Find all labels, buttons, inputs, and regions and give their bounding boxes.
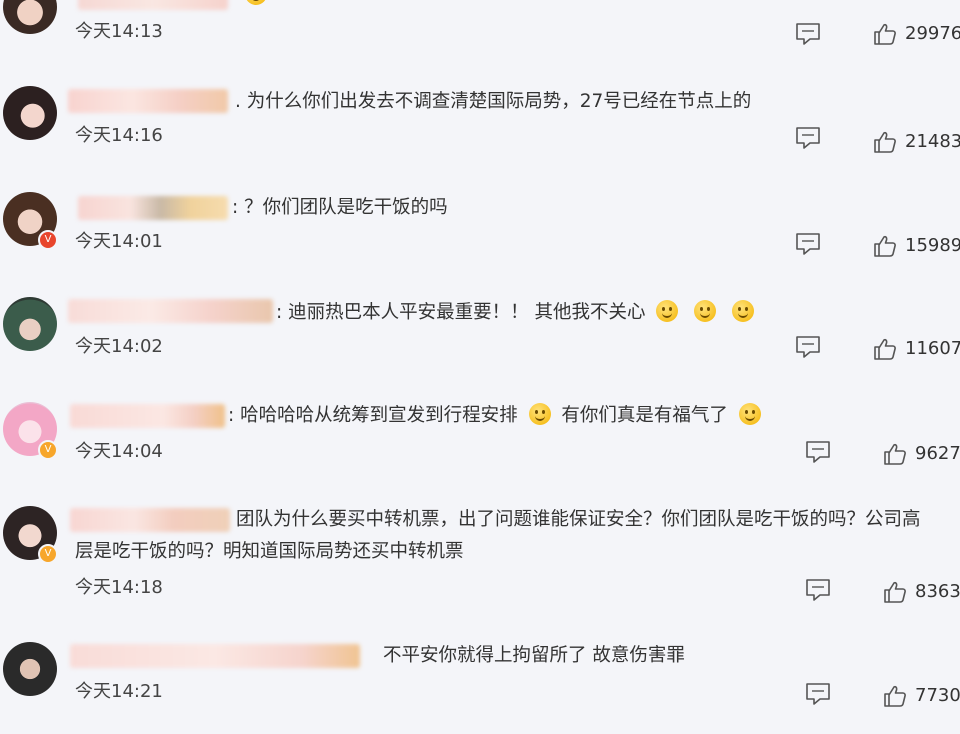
comment-item: 今天14:13 29976 bbox=[0, 0, 960, 66]
comment-time: 今天14:18 bbox=[75, 577, 163, 598]
thumbs-up-icon[interactable] bbox=[873, 234, 897, 258]
avatar[interactable] bbox=[3, 0, 57, 34]
comment-text-part: 层是吃干饭的吗？明知道国际局势还买中转机票 bbox=[75, 541, 464, 562]
thumbs-up-icon[interactable] bbox=[873, 130, 897, 154]
like-count: 15989 bbox=[905, 235, 960, 256]
comment-text-part: 不平安你就得上拘留所了 故意伤害罪 bbox=[383, 645, 685, 666]
comment-time: 今天14:21 bbox=[75, 681, 163, 702]
comment-text: : 迪丽热巴本人平安最重要！！ 其他我不关心 bbox=[276, 295, 759, 331]
comment-text-part: : 哈哈哈哈从统筹到宣发到行程安排 bbox=[228, 405, 518, 426]
comment-icon[interactable] bbox=[795, 22, 821, 46]
verified-badge: V bbox=[38, 544, 58, 564]
comment-time: 今天14:16 bbox=[75, 125, 163, 146]
verified-badge: V bbox=[38, 230, 58, 250]
blurred-username[interactable] bbox=[78, 196, 228, 220]
blurred-username[interactable] bbox=[78, 0, 228, 10]
blurred-username[interactable] bbox=[70, 508, 230, 532]
comment-time: 今天14:02 bbox=[75, 336, 163, 357]
comment-text-part: : 迪丽热巴本人平安最重要！！ 其他我不关心 bbox=[276, 302, 646, 323]
verified-badge: V bbox=[38, 440, 58, 460]
smile-emoji-icon bbox=[738, 403, 761, 425]
blurred-username[interactable] bbox=[70, 404, 225, 428]
comment-text bbox=[240, 0, 272, 14]
comment-text-part: : ？你们团队是吃干饭的吗 bbox=[232, 197, 448, 218]
thumbs-up-icon[interactable] bbox=[883, 442, 907, 466]
like-count: 7730 bbox=[915, 685, 960, 706]
comment-item: V : ？你们团队是吃干饭的吗 今天14:01 15989 bbox=[0, 190, 960, 286]
avatar[interactable] bbox=[3, 86, 57, 140]
comment-text: 层是吃干饭的吗？明知道国际局势还买中转机票 bbox=[75, 534, 464, 570]
thumbs-up-icon[interactable] bbox=[873, 22, 897, 46]
comment-item: 不平安你就得上拘留所了 故意伤害罪 今天14:21 7730 bbox=[0, 638, 960, 734]
comment-icon[interactable] bbox=[795, 335, 821, 359]
comment-item: : 迪丽热巴本人平安最重要！！ 其他我不关心 今天14:02 11607 bbox=[0, 295, 960, 391]
comment-icon[interactable] bbox=[805, 682, 831, 706]
blurred-username[interactable] bbox=[68, 299, 273, 323]
comment-text: : 哈哈哈哈从统筹到宣发到行程安排 有你们真是有福气了 bbox=[228, 398, 766, 434]
avatar[interactable] bbox=[3, 297, 57, 351]
like-count: 8363 bbox=[915, 581, 960, 602]
comment-icon[interactable] bbox=[805, 440, 831, 464]
comment-icon[interactable] bbox=[795, 232, 821, 256]
smile-emoji-icon bbox=[528, 403, 551, 425]
comment-text: : ？你们团队是吃干饭的吗 bbox=[232, 190, 448, 226]
smile-emoji-icon bbox=[656, 300, 679, 322]
smile-emoji-icon bbox=[732, 300, 755, 322]
comment-text-part: . 为什么你们出发去不调查清楚国际局势，27号已经在节点上的 bbox=[235, 91, 752, 112]
comment-item: V : 哈哈哈哈从统筹到宣发到行程安排 有你们真是有福气了 今天14:04 96… bbox=[0, 398, 960, 494]
comment-text-part: 团队为什么要买中转机票，出了问题谁能保证安全？你们团队是吃干饭的吗？公司高 bbox=[236, 509, 921, 530]
like-count: 29976 bbox=[905, 23, 960, 44]
like-count: 11607 bbox=[905, 338, 960, 359]
comment-text-part: 有你们真是有福气了 bbox=[561, 405, 728, 426]
comment-text: 不平安你就得上拘留所了 故意伤害罪 bbox=[383, 638, 685, 674]
thumbs-up-icon[interactable] bbox=[883, 684, 907, 708]
like-count: 21483 bbox=[905, 131, 960, 152]
blurred-username[interactable] bbox=[68, 89, 228, 113]
comment-time: 今天14:01 bbox=[75, 231, 163, 252]
avatar[interactable] bbox=[3, 642, 57, 696]
smile-emoji-icon bbox=[694, 300, 717, 322]
thumbs-up-icon[interactable] bbox=[873, 337, 897, 361]
smile-emoji-icon bbox=[245, 0, 267, 5]
comment-text: 团队为什么要买中转机票，出了问题谁能保证安全？你们团队是吃干饭的吗？公司高 bbox=[236, 502, 921, 538]
comment-item: . 为什么你们出发去不调查清楚国际局势，27号已经在节点上的 今天14:16 2… bbox=[0, 84, 960, 180]
blurred-username[interactable] bbox=[70, 644, 360, 668]
comment-item: V 团队为什么要买中转机票，出了问题谁能保证安全？你们团队是吃干饭的吗？公司高 … bbox=[0, 502, 960, 622]
thumbs-up-icon[interactable] bbox=[883, 580, 907, 604]
comment-time: 今天14:13 bbox=[75, 21, 163, 42]
comment-time: 今天14:04 bbox=[75, 441, 163, 462]
comment-text: . 为什么你们出发去不调查清楚国际局势，27号已经在节点上的 bbox=[235, 84, 751, 120]
comment-icon[interactable] bbox=[805, 578, 831, 602]
comment-icon[interactable] bbox=[795, 126, 821, 150]
like-count: 9627 bbox=[915, 443, 960, 464]
